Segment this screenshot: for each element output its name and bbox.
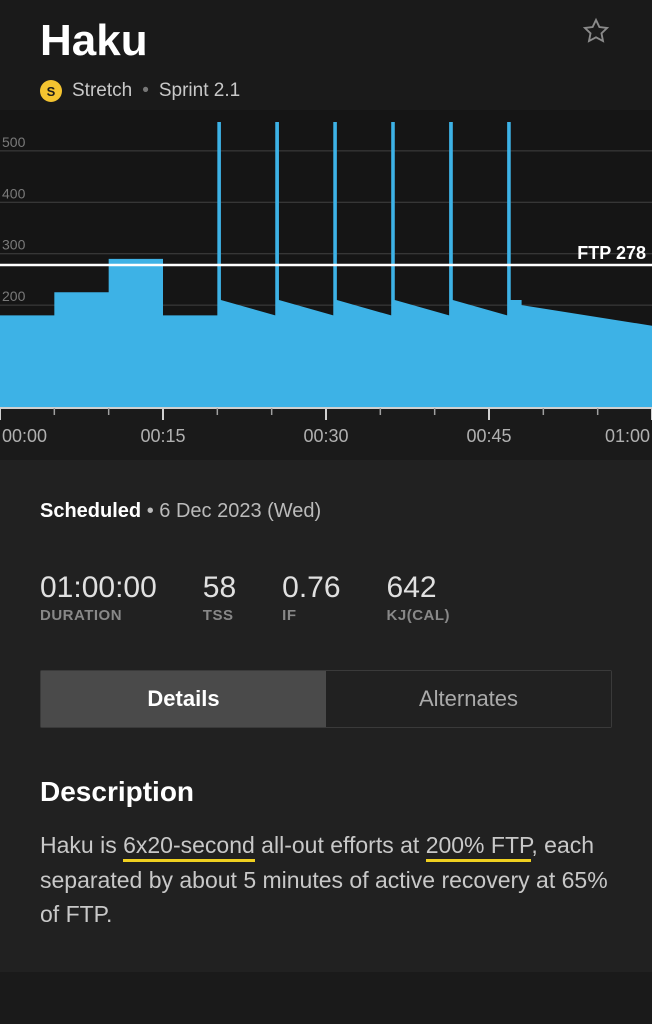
svg-text:00:00: 00:00 xyxy=(2,426,47,446)
stat-value: 01:00:00 xyxy=(40,571,157,605)
scheduled-line: Scheduled • 6 Dec 2023 (Wed) xyxy=(40,500,612,523)
highlight-intensity: 200% FTP xyxy=(426,832,532,862)
svg-text:01:00: 01:00 xyxy=(605,426,650,446)
plan-name: Sprint 2.1 xyxy=(159,80,240,102)
favorite-button[interactable] xyxy=(580,16,612,48)
stat-if: 0.76 IF xyxy=(282,571,340,624)
stat-kj: 642 KJ(CAL) xyxy=(387,571,451,624)
stat-label: IF xyxy=(282,607,340,624)
svg-text:500: 500 xyxy=(2,134,26,150)
description-heading: Description xyxy=(40,776,612,808)
tag-stretch: Stretch xyxy=(72,80,132,102)
power-chart: 200 300 400 500 FTP 278 00:00 00:15 00:30 00:45 0… xyxy=(0,110,652,460)
stretch-badge-icon: S xyxy=(40,80,62,102)
highlight-duration: 6x20-second xyxy=(123,832,255,862)
separator-dot: • xyxy=(142,80,149,102)
stat-label: DURATION xyxy=(40,607,157,624)
stat-value: 642 xyxy=(387,571,451,605)
workout-tags: S Stretch • Sprint 2.1 xyxy=(40,80,612,102)
stat-value: 0.76 xyxy=(282,571,340,605)
svg-text:00:45: 00:45 xyxy=(466,426,511,446)
tab-details[interactable]: Details xyxy=(41,671,326,727)
svg-text:300: 300 xyxy=(2,237,26,253)
stat-label: TSS xyxy=(203,607,236,624)
tab-bar: Details Alternates xyxy=(40,670,612,728)
stat-tss: 58 TSS xyxy=(203,571,236,624)
svg-text:00:30: 00:30 xyxy=(303,426,348,446)
star-icon xyxy=(582,33,610,48)
scheduled-date: 6 Dec 2023 (Wed) xyxy=(159,500,321,522)
svg-text:00:15: 00:15 xyxy=(140,426,185,446)
description-body: Haku is 6x20-second all-out efforts at 2… xyxy=(40,828,612,932)
stat-value: 58 xyxy=(203,571,236,605)
stat-duration: 01:00:00 DURATION xyxy=(40,571,157,624)
workout-title: Haku xyxy=(40,16,612,66)
scheduled-label: Scheduled xyxy=(40,500,141,522)
svg-text:200: 200 xyxy=(2,288,26,304)
tab-alternates[interactable]: Alternates xyxy=(326,671,611,727)
svg-text:FTP 278: FTP 278 xyxy=(577,243,646,263)
svg-text:400: 400 xyxy=(2,185,26,201)
stat-label: KJ(CAL) xyxy=(387,607,451,624)
